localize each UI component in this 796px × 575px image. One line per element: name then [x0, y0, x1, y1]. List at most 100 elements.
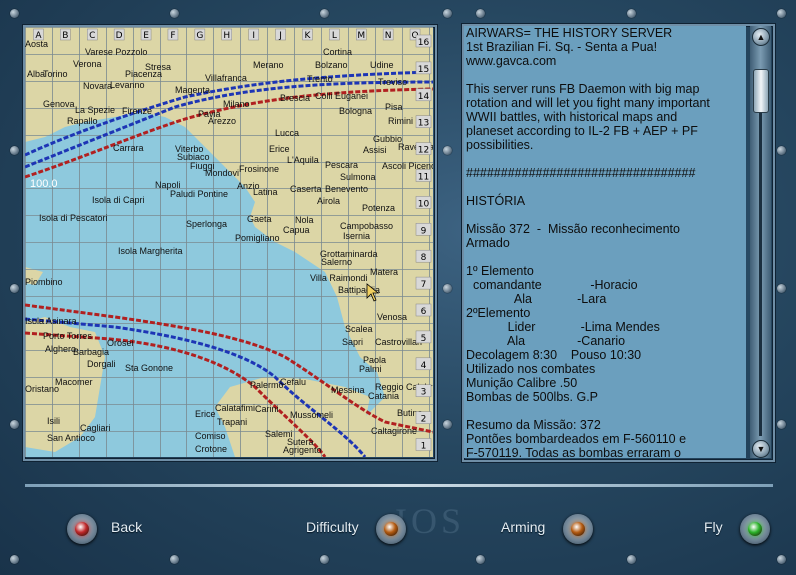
briefing-line: HISTÓRIA	[466, 194, 526, 208]
map-place-label: Sta Gonone	[125, 363, 173, 373]
map-place-label: Sapri	[342, 337, 363, 347]
map-row-label: 12	[418, 146, 429, 156]
map-place-label: Sulmona	[340, 172, 376, 182]
map-place-label: Genova	[43, 99, 75, 109]
arming-label[interactable]: Arming	[501, 519, 545, 535]
briefing-line: #################################	[466, 166, 696, 180]
map-place-label: Airola	[317, 196, 340, 206]
briefing-line: 1º Elemento	[466, 264, 534, 278]
back-button[interactable]	[67, 514, 97, 544]
map-place-label: Capua	[283, 225, 310, 235]
map-place-label: Magenta	[175, 85, 210, 95]
map-place-label: Comiso	[195, 431, 226, 441]
map-column-label: M	[357, 31, 365, 41]
map-place-label: Firenze	[122, 106, 152, 116]
briefing-scrollbar[interactable]: ▲ ▼	[750, 26, 771, 458]
map-place-label: Bolzano	[315, 60, 348, 70]
arming-button[interactable]	[563, 514, 593, 544]
scroll-down-button[interactable]: ▼	[752, 440, 770, 458]
map-place-label: Potenza	[362, 203, 395, 213]
briefing-line	[466, 404, 744, 418]
map-column-label: D	[116, 31, 123, 41]
map-place-label: Brescia	[280, 93, 310, 103]
arrow-up-icon: ▲	[756, 32, 766, 42]
briefing-line: WWII battles, with historical maps and	[466, 110, 678, 124]
map-place-label: Crotone	[195, 444, 227, 454]
difficulty-label[interactable]: Difficulty	[306, 519, 359, 535]
briefing-panel[interactable]: AIRWARS= THE HISTORY SERVER 1st Brazilian…	[464, 26, 746, 458]
map-place-label: Varese Pozzolo	[85, 47, 147, 57]
map-place-label: Pescara	[325, 160, 358, 170]
map-column-label: L	[332, 31, 337, 41]
map-column-label: G	[196, 31, 203, 41]
map-canvas[interactable]: AostaTorinoAlbaVarese PozzoloVeronaPiace…	[25, 27, 433, 457]
map-place-label: Salerno	[321, 257, 352, 267]
map-column-label: B	[62, 31, 68, 41]
map-place-label: Bologna	[339, 106, 372, 116]
map-place-label: Porto Torres	[43, 331, 92, 341]
map-place-label: Levanno	[110, 80, 145, 90]
map-column-label: N	[385, 31, 392, 41]
briefing-text: AIRWARS= THE HISTORY SERVER 1st Brazilian…	[466, 26, 744, 458]
map-place-label: Caltagirone	[371, 426, 417, 436]
scroll-track[interactable]	[759, 96, 762, 436]
fly-label[interactable]: Fly	[704, 519, 723, 535]
briefing-line: planeset according to IL-2 FB + AEP + PF	[466, 124, 698, 138]
briefing-line	[466, 152, 744, 166]
scroll-thumb[interactable]	[753, 69, 769, 114]
fly-button[interactable]	[740, 514, 770, 544]
briefing-line: Munição Calibre .50	[466, 376, 578, 390]
briefing-line: Bombas de 500lbs. G.P	[466, 390, 599, 404]
map-place-label: Catania	[368, 391, 399, 401]
map-place-label: Calatafimi	[215, 403, 255, 413]
briefing-line	[466, 208, 744, 222]
map-column-label: F	[170, 31, 175, 41]
map-place-label: Frosinone	[239, 164, 279, 174]
map-place-label: Matera	[370, 267, 398, 277]
arming-lamp-icon	[571, 522, 585, 536]
briefing-line: Armado	[466, 236, 510, 250]
map-place-label: Gubbio	[373, 134, 402, 144]
map-place-label: Barbagia	[73, 347, 109, 357]
map-place-label: Isernia	[343, 231, 370, 241]
map-place-label: Villafranca	[205, 73, 247, 83]
map-place-label: Pisa	[385, 102, 403, 112]
map-column-label: J	[278, 31, 282, 41]
mission-map[interactable]: Aosta Torino Alba Varese Pozzolo Verona Piace…	[25, 27, 433, 457]
map-place-label: Piombino	[25, 277, 63, 287]
map-row-label: 9	[421, 226, 427, 236]
map-place-label: Oristano	[25, 384, 59, 394]
map-row-label: 3	[421, 388, 427, 398]
briefing-line: 2ºElemento	[466, 306, 531, 320]
map-place-label: Paludi Pontine	[170, 189, 228, 199]
briefing-line: Decolagem 8:30 Pouso 10:30	[466, 348, 642, 362]
briefing-line: 1st Brazilian Fi. Sq. - Senta a Pua!	[466, 40, 658, 54]
map-place-label: La Spezie	[75, 105, 115, 115]
map-place-label: Messina	[331, 385, 365, 395]
map-place-label: Stresa	[145, 62, 171, 72]
map-place-label: Venosa	[377, 312, 407, 322]
map-place-label: Agrigento	[283, 445, 322, 455]
map-row-label: 10	[418, 199, 430, 209]
map-place-label: Pomigliano	[235, 233, 280, 243]
briefing-line: Missão 372 - Missão reconhecimento	[466, 222, 680, 236]
map-row-label: 2	[421, 415, 427, 425]
briefing-line	[466, 180, 744, 194]
map-place-label: Macomer	[55, 377, 93, 387]
map-place-label: Torino	[43, 69, 68, 79]
difficulty-lamp-icon	[384, 522, 398, 536]
map-column-label: A	[35, 31, 42, 41]
back-label[interactable]: Back	[111, 519, 142, 535]
briefing-line: comandante -Horacio	[466, 278, 638, 292]
map-place-label: Benevento	[325, 184, 368, 194]
map-place-label: Castrovillari	[375, 337, 422, 347]
map-column-label: H	[223, 31, 230, 41]
map-place-label: L'Aquila	[287, 155, 319, 165]
briefing-line	[466, 68, 744, 82]
map-row-label: 1	[421, 442, 427, 452]
scroll-up-button[interactable]: ▲	[752, 28, 770, 46]
briefing-line: Resumo da Missão: 372	[466, 418, 601, 432]
briefing-line: rotation and will let you fight many imp…	[466, 96, 710, 110]
difficulty-button[interactable]	[376, 514, 406, 544]
map-place-label: Caserta	[290, 184, 322, 194]
